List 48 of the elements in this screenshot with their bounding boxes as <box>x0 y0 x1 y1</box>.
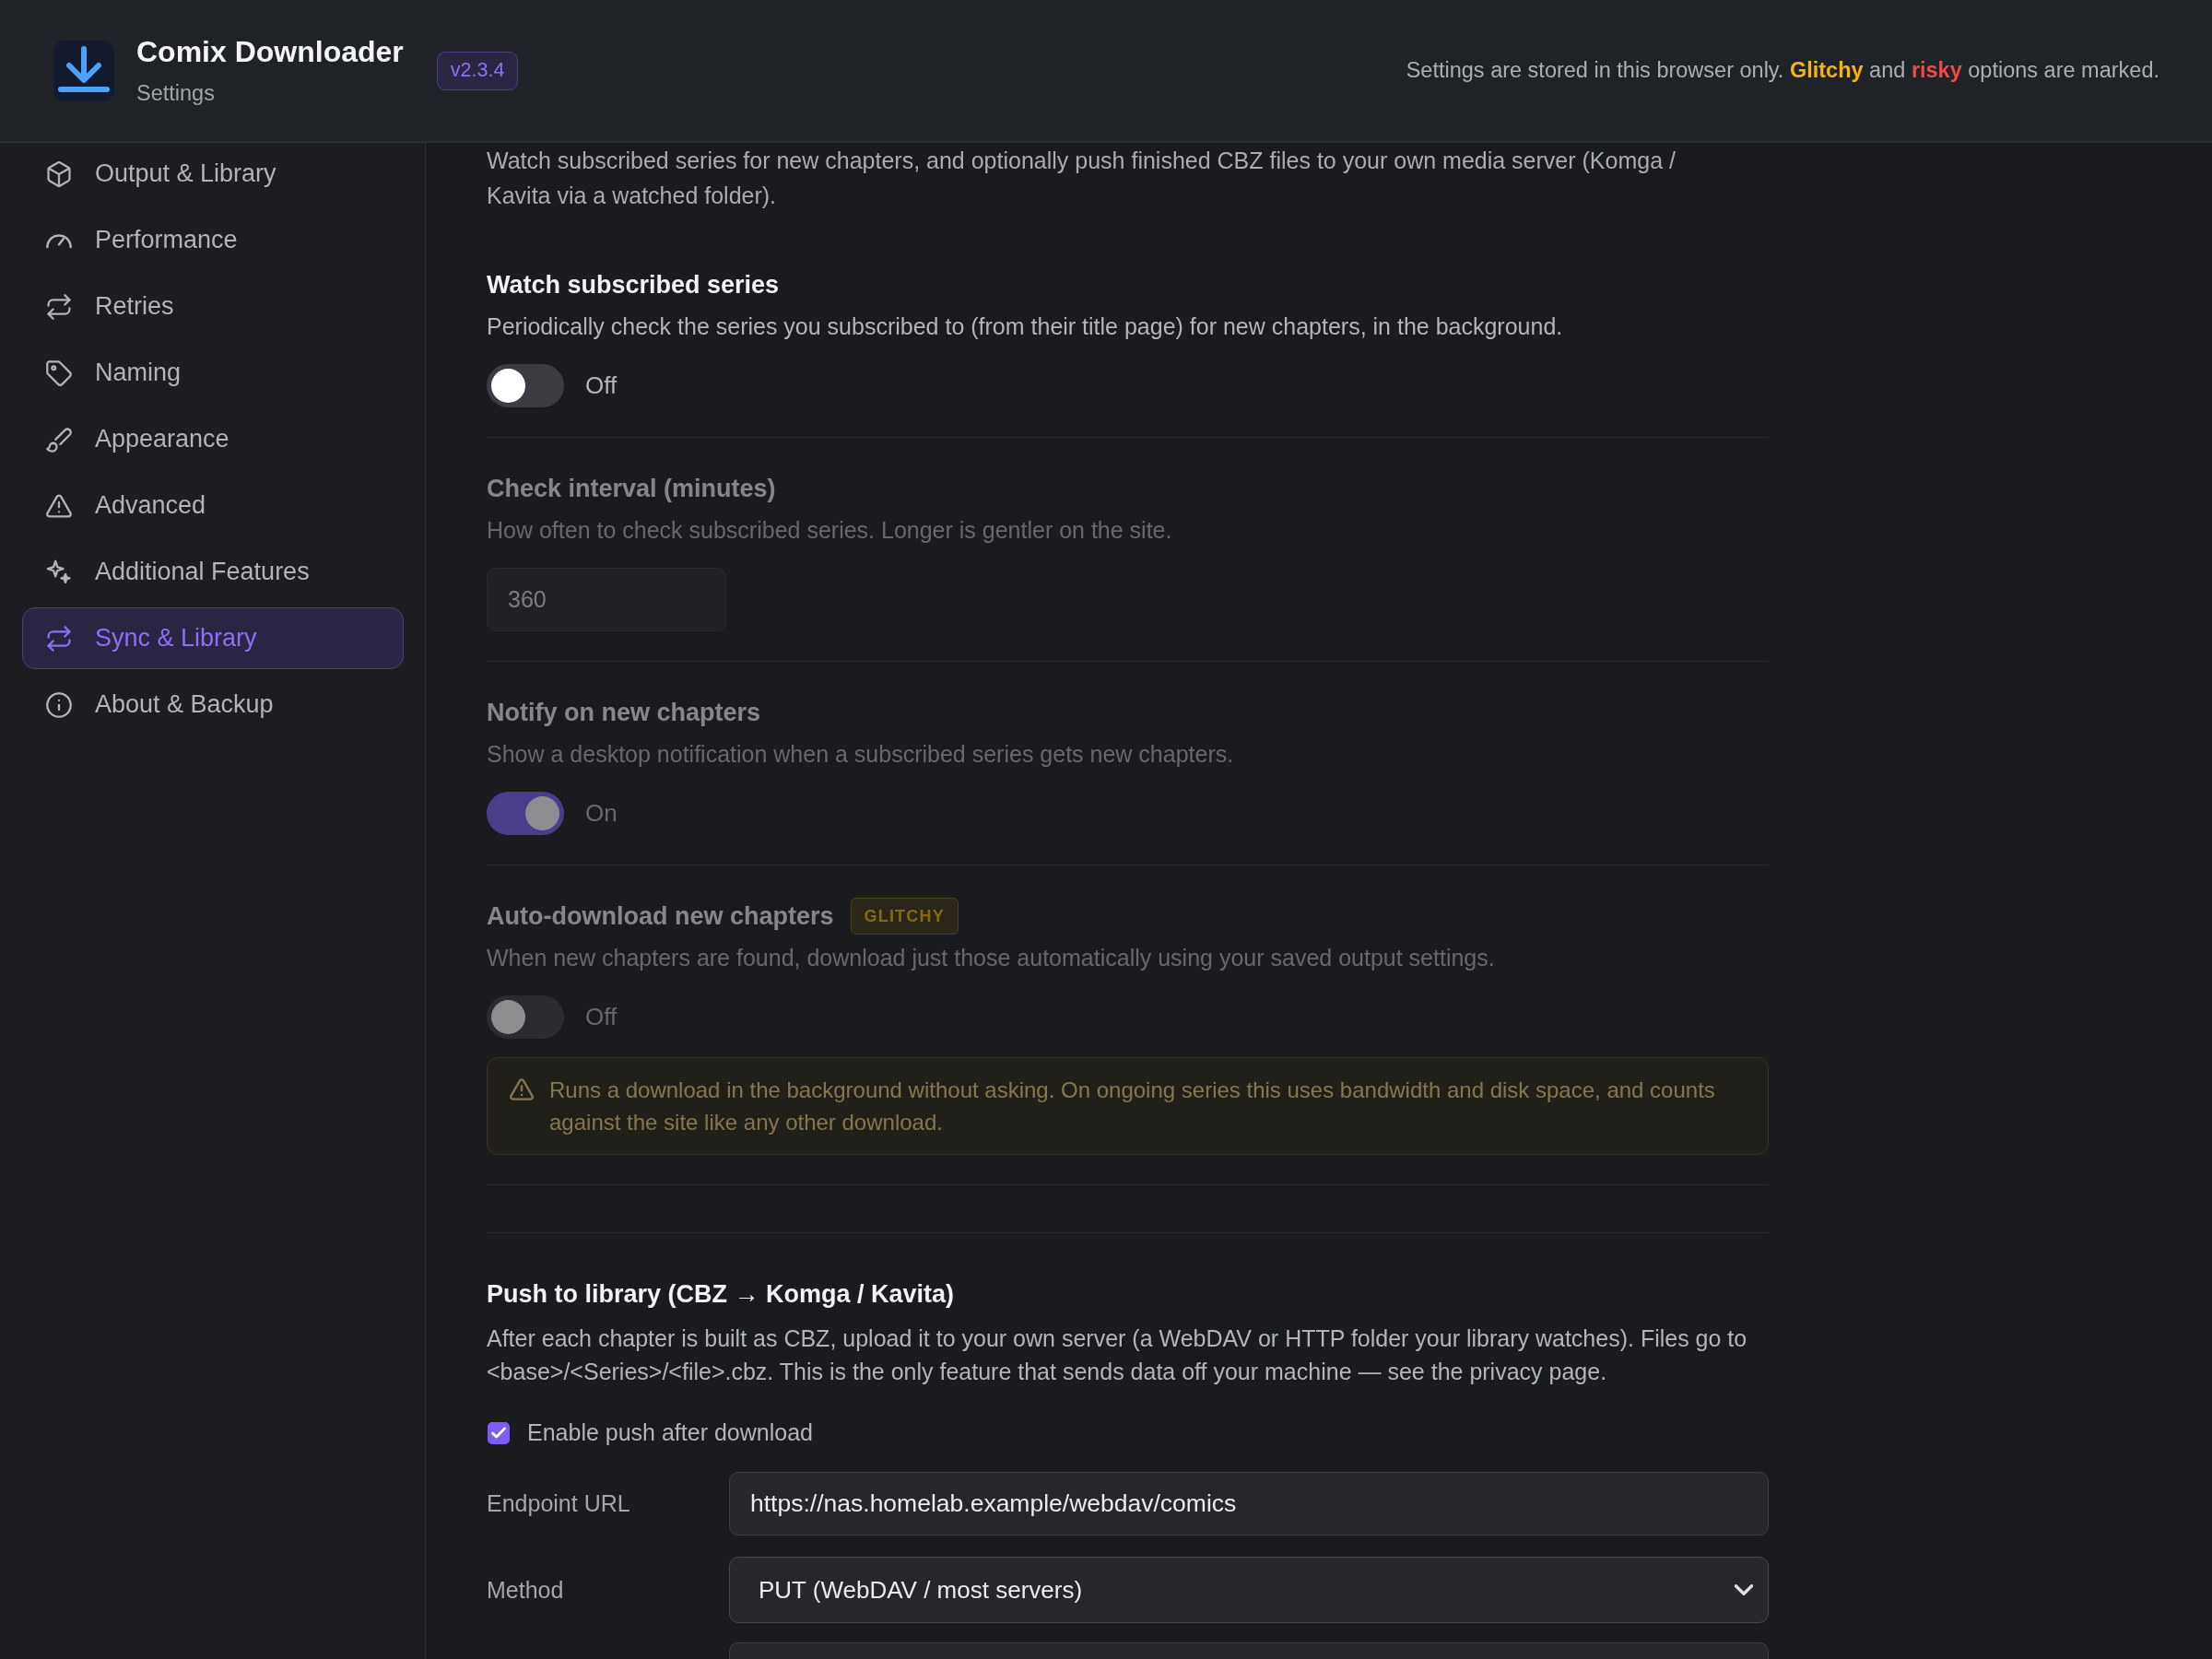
sidebar-item[interactable]: About & Backup <box>22 674 404 735</box>
sidebar-item[interactable]: Advanced <box>22 475 404 536</box>
setting-description: How often to check subscribed series. Longer is gentler on the site. <box>487 516 1173 545</box>
app-title: Comix Downloader <box>136 35 404 69</box>
chevron-down-icon <box>1735 1583 1753 1596</box>
section-description: After each chapter is built as CBZ, upload it to your own server (a WebDAV or HTTP folder your library watches). Files go to <base>/<Series>/<file>.cbz. This is the only feature that sends data off your machine — see the privacy page. <box>487 1324 1748 1386</box>
setting-title: Notify on new chapters <box>487 698 761 728</box>
sidebar-item[interactable]: Sync & Library <box>22 607 404 669</box>
setting-description: Show a desktop notification when a subscribed series gets new chapters. <box>487 740 1235 769</box>
method-select[interactable]: PUT (WebDAV / most servers) <box>729 1557 1769 1623</box>
enable-push-checkbox[interactable] <box>488 1421 510 1444</box>
text-input-field[interactable]: https://nas.homelab.example/webdav/comics <box>729 1472 1769 1535</box>
toggle-state-label: On <box>585 799 618 828</box>
header-notice: Settings are stored in this browser only. Glitchy and risky options are marked. <box>1406 58 2159 83</box>
section-title: Push to library (CBZ → Komga / Kavita) <box>487 1279 956 1310</box>
sidebar-item[interactable]: Performance <box>22 209 404 271</box>
app-subtitle: Settings <box>136 81 216 106</box>
toggle-state-label: Off <box>585 371 618 400</box>
setting-title: Auto-download new chapters <box>487 901 834 932</box>
field-label: Endpoint URL <box>487 1490 631 1517</box>
download-icon <box>53 40 114 101</box>
field-label: Method <box>487 1576 565 1604</box>
cube-icon <box>46 160 72 187</box>
checkbox-label: Enable push after download <box>527 1419 813 1446</box>
warning-text: Runs a download in the background without asking. On ongoing series this uses bandwidth and disk space, and counts against the site like any other download. <box>549 1077 1716 1136</box>
sparkles-icon <box>46 559 72 585</box>
brush-icon <box>46 426 72 453</box>
warning-icon <box>46 492 72 519</box>
toggle-switch[interactable] <box>487 364 564 407</box>
setting-title: Watch subscribed series <box>487 270 780 300</box>
setting-title: Check interval (minutes) <box>487 474 776 504</box>
setting-description: Periodically check the series you subscribed to (from their title page) for new chapters, in the background. <box>487 312 1564 341</box>
repeat-icon <box>46 293 72 320</box>
tag-icon <box>46 359 72 386</box>
info-icon <box>46 691 72 718</box>
intro-text: Watch subscribed series for new chapters, and optionally push finished CBZ files to your own media server (Komga / Kavita via a watched folder). <box>487 147 1677 210</box>
setting-description: When new chapters are found, download just those automatically using your saved output settings. <box>487 944 1496 972</box>
sidebar-item[interactable]: Retries <box>22 276 404 337</box>
sidebar-item[interactable]: Output & Library <box>22 143 404 205</box>
setting-badge: GLITCHY <box>850 898 959 935</box>
repeat-icon <box>46 625 72 652</box>
toggle-state-label: Off <box>585 1003 618 1031</box>
sidebar-item[interactable]: Naming <box>22 342 404 404</box>
version-badge: v2.3.4 <box>436 51 519 90</box>
sidebar-item[interactable]: Appearance <box>22 408 404 470</box>
warning-icon <box>510 1077 534 1101</box>
sidebar-item[interactable]: Additional Features <box>22 541 404 603</box>
checkmark-icon <box>491 1427 506 1439</box>
